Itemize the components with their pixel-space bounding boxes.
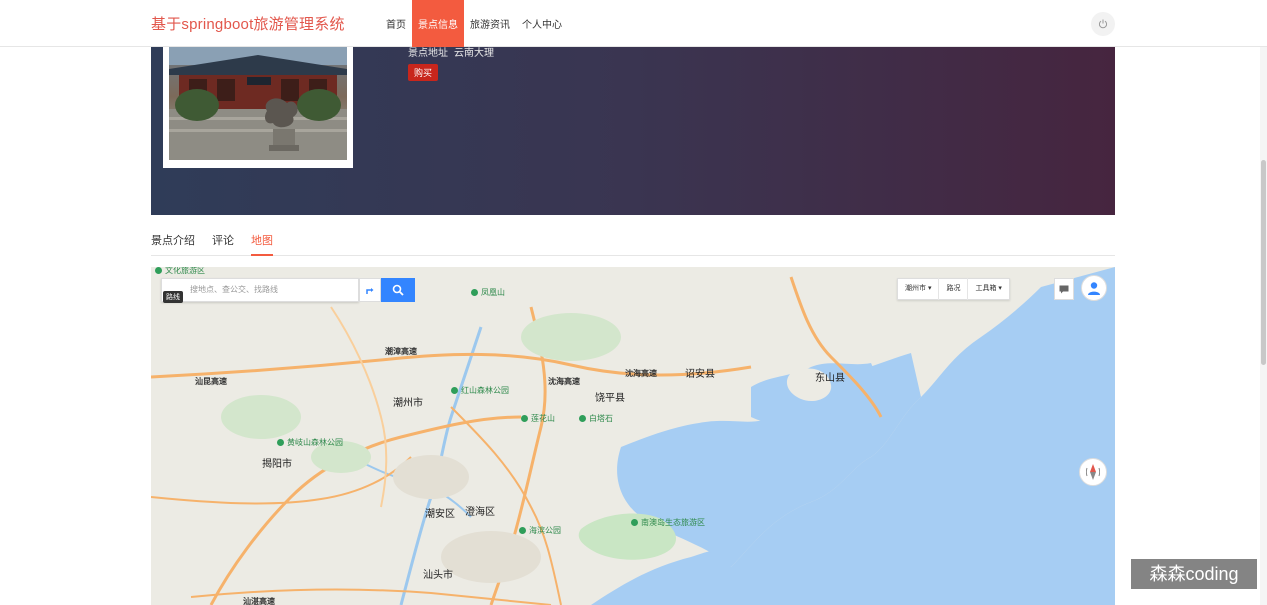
compass-icon <box>1086 464 1100 480</box>
map-poi-label: 文化旅游区 <box>155 267 205 276</box>
attraction-address: 景点地址 云南大理 <box>408 47 494 59</box>
address-label: 景点地址 <box>408 48 448 59</box>
tab-introduction[interactable]: 景点介绍 <box>151 230 195 256</box>
map-search-button[interactable] <box>381 278 415 302</box>
power-icon <box>1098 19 1108 29</box>
map-city-select[interactable]: 潮州市 ▾ <box>898 278 940 300</box>
map-city-label: 揭阳市 <box>262 459 292 470</box>
map-message-button[interactable] <box>1054 278 1074 300</box>
buy-button[interactable]: 购买 <box>408 64 439 81</box>
map-poi-label: 红山森林公园 <box>451 385 509 396</box>
attraction-hero: 景点地址 云南大理 购买 <box>151 47 1115 215</box>
map-poi-label: 凤凰山 <box>471 287 505 298</box>
map-road-label: 沈海高速 <box>548 377 580 386</box>
map-city-label: 诏安县 <box>685 369 715 380</box>
detail-tabs: 景点介绍 评论 地图 <box>151 230 1115 256</box>
map-user-button[interactable] <box>1081 275 1107 301</box>
attraction-photo <box>169 47 347 160</box>
map-view[interactable]: 文化旅游区 凤凰山 红山森林公园 黄岐山森林公园 莲花山 白塔石 南澳岛生态旅游… <box>151 267 1115 605</box>
user-avatar-icon <box>1088 282 1100 295</box>
map-city-label: 澄海区 <box>465 507 495 518</box>
map-canvas <box>151 267 1115 605</box>
tab-comments[interactable]: 评论 <box>212 230 234 256</box>
attraction-photo-frame <box>163 47 353 168</box>
map-city-label: 东山县 <box>815 373 845 384</box>
map-poi-label: 黄岐山森林公园 <box>277 437 343 448</box>
map-city-label: 饶平县 <box>595 393 625 404</box>
message-icon <box>1059 285 1069 293</box>
city-select-label: 潮州市 <box>905 285 926 292</box>
map-toolbar: 潮州市 ▾ 路况 工具箱 ▾ <box>897 278 1010 300</box>
tab-map[interactable]: 地图 <box>251 230 273 256</box>
map-city-label: 潮安区 <box>425 509 455 520</box>
map-search-input[interactable]: 搜地点、查公交、找路线 <box>161 278 359 302</box>
map-toolbox-menu[interactable]: 工具箱 ▾ <box>968 278 1008 300</box>
map-road-label: 汕昆高速 <box>195 377 227 386</box>
map-poi-label: 白塔石 <box>579 413 613 424</box>
map-poi-label: 海滨公园 <box>519 525 561 536</box>
nav-attractions[interactable]: 景点信息 <box>412 0 464 47</box>
page-scrollbar-thumb[interactable] <box>1261 160 1266 365</box>
map-poi-label: 莲花山 <box>521 413 555 424</box>
map-poi-label: 南澳岛生态旅游区 <box>631 517 705 528</box>
site-brand[interactable]: 基于springboot旅游管理系统 <box>151 13 345 34</box>
map-traffic-toggle[interactable]: 路况 <box>939 278 969 300</box>
watermark: 森森coding <box>1131 559 1257 589</box>
main-nav: 首页 景点信息 旅游资讯 个人中心 <box>380 0 568 47</box>
traffic-label: 路况 <box>946 285 961 292</box>
nav-travel-news[interactable]: 旅游资讯 <box>464 0 516 47</box>
route-icon <box>366 288 374 294</box>
map-compass[interactable] <box>1079 458 1107 486</box>
nav-home[interactable]: 首页 <box>380 0 412 47</box>
top-navbar: 基于springboot旅游管理系统 首页 景点信息 旅游资讯 个人中心 <box>0 0 1267 47</box>
map-route-button[interactable] <box>359 278 381 302</box>
address-value: 云南大理 <box>454 48 494 59</box>
map-route-tag[interactable]: 路线 <box>163 291 183 303</box>
toolbox-label: 工具箱 <box>975 285 997 292</box>
map-city-label: 汕头市 <box>423 570 453 581</box>
logout-button[interactable] <box>1091 12 1115 36</box>
map-road-label: 潮漳高速 <box>385 347 417 356</box>
map-road-label: 汕湛高速 <box>243 597 275 605</box>
nav-user-center[interactable]: 个人中心 <box>516 0 568 47</box>
search-icon <box>392 284 404 296</box>
map-road-label: 沈海高速 <box>625 369 657 378</box>
map-city-label: 潮州市 <box>393 398 423 409</box>
